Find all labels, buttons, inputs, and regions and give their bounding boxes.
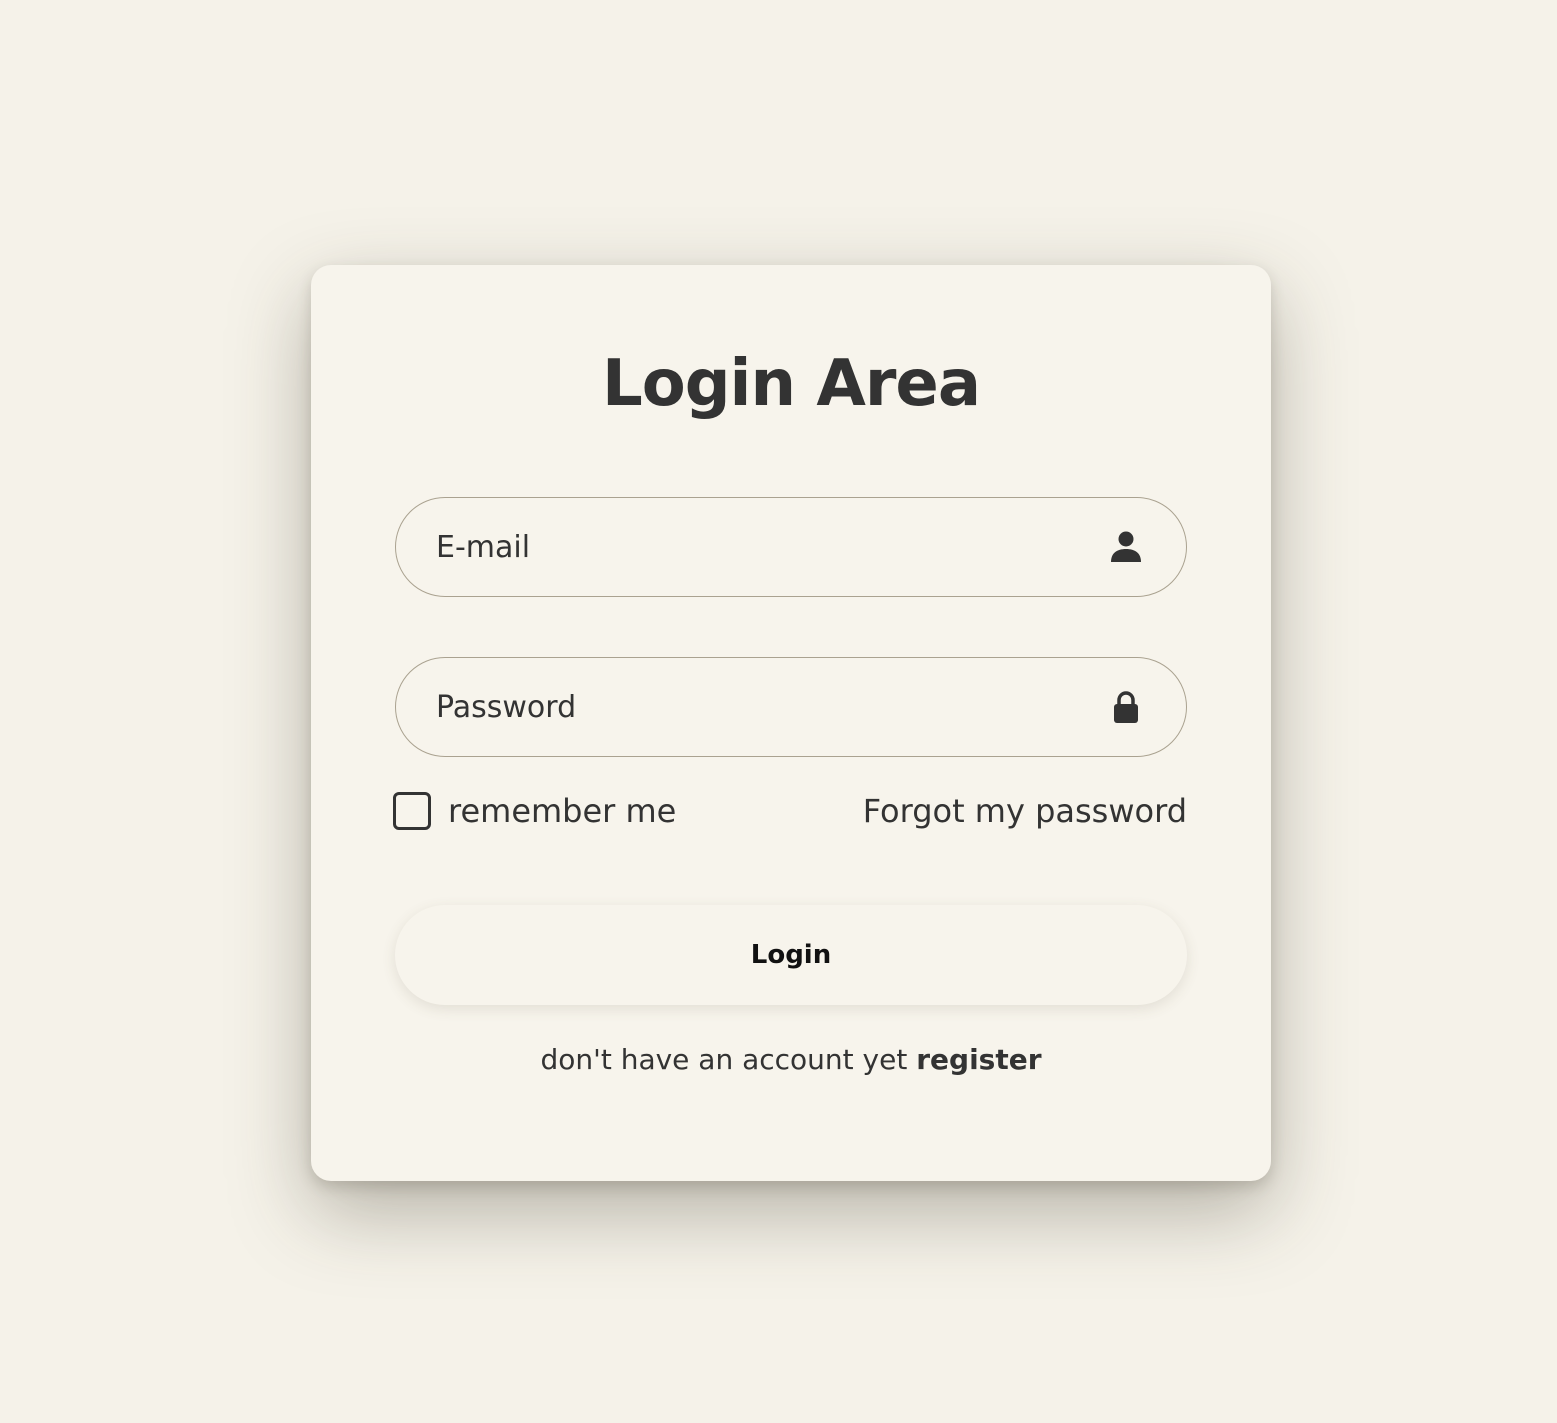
password-field-wrapper — [395, 657, 1187, 757]
email-input[interactable] — [436, 498, 1076, 596]
remember-me-checkbox[interactable] — [393, 792, 431, 830]
lock-icon — [1114, 691, 1138, 723]
remember-me-label: remember me — [448, 792, 677, 830]
options-row: remember me Forgot my password — [393, 789, 1187, 833]
user-icon — [1111, 531, 1141, 562]
remember-me-toggle[interactable]: remember me — [393, 789, 676, 833]
forgot-password-link[interactable]: Forgot my password — [863, 789, 1187, 833]
login-button[interactable]: Login — [395, 905, 1187, 1005]
page-title: Login Area — [601, 347, 981, 421]
login-card: Login Area remember me Forgot my passwor… — [311, 265, 1271, 1181]
email-field-wrapper — [395, 497, 1187, 597]
register-link[interactable]: register — [916, 1043, 1041, 1076]
register-prompt-text: don't have an account yet — [540, 1043, 908, 1076]
register-prompt: don't have an account yet register — [311, 1043, 1271, 1076]
password-input[interactable] — [436, 658, 1076, 756]
